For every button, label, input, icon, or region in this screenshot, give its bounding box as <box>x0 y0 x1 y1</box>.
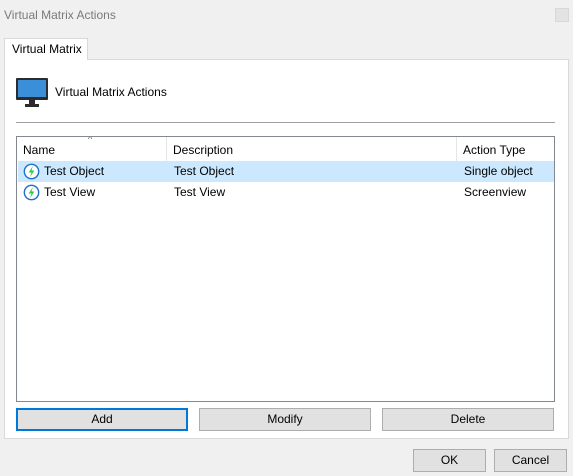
list-item[interactable]: Test Object Test Object Single object <box>18 161 554 182</box>
title-bar: Virtual Matrix Actions <box>0 0 573 30</box>
row-description: Test Object <box>174 164 235 178</box>
add-button[interactable]: Add <box>16 408 188 431</box>
column-header-name[interactable]: Name ^ <box>17 137 167 161</box>
row-description: Test View <box>174 185 226 199</box>
lightning-icon <box>23 163 40 180</box>
close-icon[interactable] <box>555 8 569 22</box>
actions-list[interactable]: Name ^ Description Action Type Test Obje… <box>16 136 555 402</box>
modify-button[interactable]: Modify <box>199 408 371 431</box>
column-header-description[interactable]: Description <box>167 137 457 161</box>
column-header-action-type[interactable]: Action Type <box>457 137 554 161</box>
tab-panel: Virtual Matrix Actions Name ^ Descriptio… <box>4 59 569 439</box>
row-action-type: Single object <box>464 164 533 178</box>
tab-label: Virtual Matrix <box>12 42 82 56</box>
window-title: Virtual Matrix Actions <box>4 8 116 22</box>
page-title: Virtual Matrix Actions <box>55 85 167 99</box>
list-item[interactable]: Test View Test View Screenview <box>18 182 554 203</box>
ok-button[interactable]: OK <box>413 449 486 472</box>
divider <box>16 122 555 123</box>
row-name: Test View <box>44 185 96 199</box>
cancel-button[interactable]: Cancel <box>494 449 567 472</box>
tab-virtual-matrix[interactable]: Virtual Matrix <box>4 38 88 60</box>
row-name: Test Object <box>44 164 105 178</box>
lightning-icon <box>23 184 40 201</box>
sort-ascending-icon: ^ <box>88 136 93 144</box>
row-action-type: Screenview <box>464 185 527 199</box>
delete-button[interactable]: Delete <box>382 408 554 431</box>
monitor-icon <box>16 78 48 107</box>
